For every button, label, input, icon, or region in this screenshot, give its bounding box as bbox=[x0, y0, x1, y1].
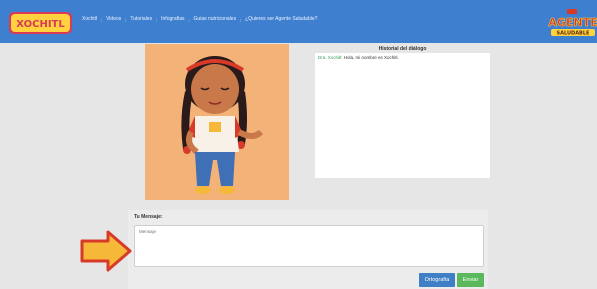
message-input[interactable] bbox=[134, 225, 484, 267]
character-illustration bbox=[145, 44, 289, 200]
history-speaker: Dra. Xochitl: bbox=[318, 55, 343, 60]
spellcheck-button[interactable]: Ortografía bbox=[419, 273, 455, 287]
top-navbar: XOCHITL Xochitl | Videos | Tutoriales | Inf… bbox=[0, 0, 597, 43]
nav-item-agente[interactable]: ¿Quieres ser Agente Saludable? bbox=[241, 16, 321, 22]
main-nav: Xochitl | Videos | Tutoriales | Infografias… bbox=[78, 16, 321, 22]
nav-item-guias[interactable]: Guias nutricionales bbox=[190, 16, 241, 22]
xochitl-logo[interactable]: XOCHITL bbox=[9, 12, 72, 34]
nav-item-tutoriales[interactable]: Tutoriales bbox=[126, 16, 156, 22]
history-message-text: Hola, mi nombre es Xochitl. bbox=[343, 55, 399, 60]
history-title: Historial del diálogo bbox=[378, 46, 427, 52]
nav-item-videos[interactable]: Videos bbox=[102, 16, 125, 22]
right-logo-subtext: SALUDABLE bbox=[557, 31, 591, 37]
message-label: Tu Mensaje: bbox=[134, 214, 163, 220]
nav-item-infografias[interactable]: Infografias bbox=[157, 16, 188, 22]
agente-saludable-logo[interactable]: AGENTE SALUDABLE bbox=[547, 8, 597, 38]
right-logo-text: AGENTE bbox=[548, 16, 597, 29]
history-box: Dra. Xochitl: Hola, mi nombre es Xochitl… bbox=[315, 53, 490, 178]
right-arrow-icon bbox=[80, 230, 132, 272]
nav-item-xochitl[interactable]: Xochitl bbox=[78, 16, 101, 22]
send-button[interactable]: Enviar bbox=[457, 273, 484, 287]
left-logo-text: XOCHITL bbox=[16, 19, 65, 30]
